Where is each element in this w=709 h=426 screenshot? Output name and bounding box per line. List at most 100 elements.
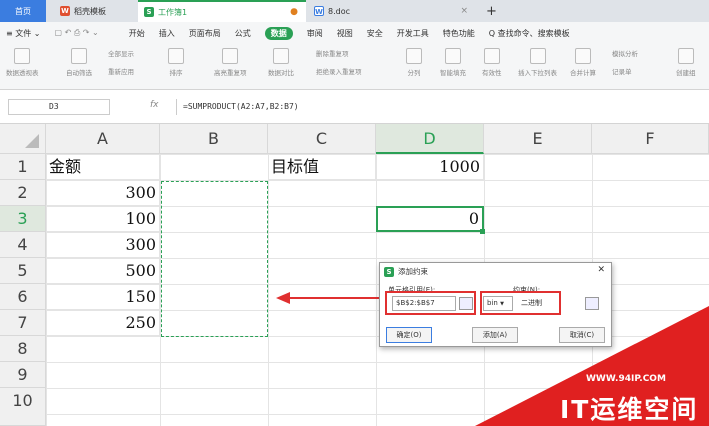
select-all-corner[interactable] <box>0 124 46 154</box>
cell-a5[interactable]: 500 <box>46 258 160 284</box>
ribbon-label: 全部显示 <box>108 50 134 58</box>
wps-icon: W <box>60 6 70 16</box>
ribbon-label: 数据透视表 <box>6 69 39 77</box>
dropdown-button[interactable]: 插入下拉列表 <box>518 48 557 77</box>
cell-a2[interactable]: 300 <box>46 180 160 206</box>
cell-d3-active[interactable]: 0 <box>376 206 484 232</box>
quick-access-icons[interactable]: ▢ ↶ ⎙ ↷ ⌄ <box>55 28 99 38</box>
highlight-icon <box>222 48 239 64</box>
consolidate-button[interactable]: 合并计算 <box>570 48 596 77</box>
col-header-e[interactable]: E <box>484 124 592 154</box>
col-header-a[interactable]: A <box>46 124 160 154</box>
cell-a4[interactable]: 300 <box>46 232 160 258</box>
fill-handle[interactable] <box>480 229 485 234</box>
dialog-titlebar: S 添加约束 <box>384 266 428 277</box>
menu-layout[interactable]: 页面布局 <box>189 28 221 39</box>
pivot-icon <box>14 48 31 64</box>
row-header-5[interactable]: 5 <box>0 258 46 284</box>
row-header-9[interactable]: 9 <box>0 362 46 388</box>
search-command[interactable]: Q 查找命令、搜索模板 <box>489 28 570 39</box>
ribbon-label: 删除重复项 <box>316 50 349 58</box>
cell-d1[interactable]: 1000 <box>376 154 484 180</box>
menu-file[interactable]: ≡ 文件 ⌄ <box>6 28 41 39</box>
split-button[interactable]: 分列 <box>406 48 422 77</box>
tab-label: 稻壳模板 <box>74 6 106 16</box>
menu-bar: ≡ 文件 ⌄ ▢ ↶ ⎙ ↷ ⌄ 开始 插入 页面布局 公式 数据 审阅 视图 … <box>0 22 709 44</box>
marching-ants-range <box>161 181 268 337</box>
autofilter-button[interactable]: 自动筛选 <box>66 48 92 77</box>
fill-button[interactable]: 智能填充 <box>440 48 466 77</box>
validity-button[interactable]: 有效性 <box>482 48 502 77</box>
dropdown-icon <box>529 48 546 64</box>
name-box[interactable]: D3 <box>8 99 110 115</box>
sort-button[interactable]: 排序 <box>168 48 184 77</box>
cell-a1[interactable]: 金额 <box>46 154 160 180</box>
compare-icon <box>273 48 289 64</box>
ribbon-label: 排序 <box>169 69 183 77</box>
menu-insert[interactable]: 插入 <box>159 28 175 39</box>
watermark-url: WWW.94IP.COM <box>586 374 666 384</box>
ribbon: 数据透视表 自动筛选 全部显示 重新应用 排序 高亮重复项 数据对比 删除重复项拒… <box>0 44 709 90</box>
analysis-options[interactable]: 模拟分析 记录单 <box>612 48 638 76</box>
fx-icon[interactable]: fx <box>150 100 159 110</box>
col-header-c[interactable]: C <box>268 124 376 154</box>
split-icon <box>406 48 422 64</box>
col-lines <box>268 154 269 426</box>
row-header-8[interactable]: 8 <box>0 336 46 362</box>
menu-review[interactable]: 审阅 <box>307 28 323 39</box>
col-header-d[interactable]: D <box>376 124 484 154</box>
ribbon-label: 记录单 <box>612 68 632 76</box>
ribbon-label: 数据对比 <box>268 69 294 77</box>
highlight-dup-button[interactable]: 高亮重复项 <box>214 48 247 77</box>
fill-icon <box>445 48 461 64</box>
row-header-1[interactable]: 1 <box>0 154 46 180</box>
sheet-icon: S <box>384 266 394 277</box>
row-header-7[interactable]: 7 <box>0 310 46 336</box>
tab-home[interactable]: 首页 <box>0 0 46 22</box>
col-header-b[interactable]: B <box>160 124 268 154</box>
cell-a3[interactable]: 100 <box>46 206 160 232</box>
menu-view[interactable]: 视图 <box>337 28 353 39</box>
menu-formula[interactable]: 公式 <box>235 28 251 39</box>
add-tab-button[interactable]: + <box>486 0 497 22</box>
compare-button[interactable]: 数据对比 <box>268 48 294 77</box>
ok-button[interactable]: 确定(O) <box>386 327 432 343</box>
ribbon-label: 智能填充 <box>440 69 466 77</box>
row-header-10[interactable]: 10 <box>0 388 46 426</box>
row-header-4[interactable]: 4 <box>0 232 46 258</box>
ribbon-label: 模拟分析 <box>612 50 638 58</box>
arrow-head <box>276 292 290 304</box>
tab-workbook[interactable]: S 工作簿1 ● <box>138 0 306 22</box>
tab-label: 工作簿1 <box>158 7 188 17</box>
cell-a7[interactable]: 250 <box>46 310 160 336</box>
cell-a6[interactable]: 150 <box>46 284 160 310</box>
row-header-6[interactable]: 6 <box>0 284 46 310</box>
pivot-button[interactable]: 数据透视表 <box>6 48 39 77</box>
menu-security[interactable]: 安全 <box>367 28 383 39</box>
ribbon-label: 插入下拉列表 <box>518 69 557 77</box>
highlight-box-ref <box>385 291 476 315</box>
col-header-f[interactable]: F <box>592 124 709 154</box>
close-icon[interactable]: ✕ <box>597 265 605 275</box>
cell-c1[interactable]: 目标值 <box>268 154 376 180</box>
validity-icon <box>483 48 500 64</box>
menu-start[interactable]: 开始 <box>129 28 145 39</box>
menu-data[interactable]: 数据 <box>264 26 293 40</box>
dup-options[interactable]: 删除重复项 拒绝录入重复项 <box>316 48 362 76</box>
ribbon-label: 分列 <box>407 69 421 77</box>
ribbon-label: 自动筛选 <box>66 69 92 77</box>
tab-doc[interactable]: W 8.doc × <box>306 0 476 22</box>
row-header-3[interactable]: 3 <box>0 206 46 232</box>
group-icon <box>677 48 694 64</box>
menu-features[interactable]: 特色功能 <box>443 28 475 39</box>
arrow-connector <box>276 292 380 304</box>
close-icon[interactable]: × <box>460 6 468 16</box>
row-header-2[interactable]: 2 <box>0 180 46 206</box>
formula-input[interactable]: =SUMPRODUCT(A2:A7,B2:B7) <box>176 99 696 115</box>
consolidate-icon <box>575 48 591 64</box>
tab-bar: 首页 W 稻壳模板 S 工作簿1 ● W 8.doc × + <box>0 0 709 22</box>
menu-developer[interactable]: 开发工具 <box>397 28 429 39</box>
filter-options[interactable]: 全部显示 重新应用 <box>108 48 134 76</box>
tab-templates[interactable]: W 稻壳模板 <box>52 0 134 22</box>
group-button[interactable]: 创建组 <box>676 48 696 77</box>
